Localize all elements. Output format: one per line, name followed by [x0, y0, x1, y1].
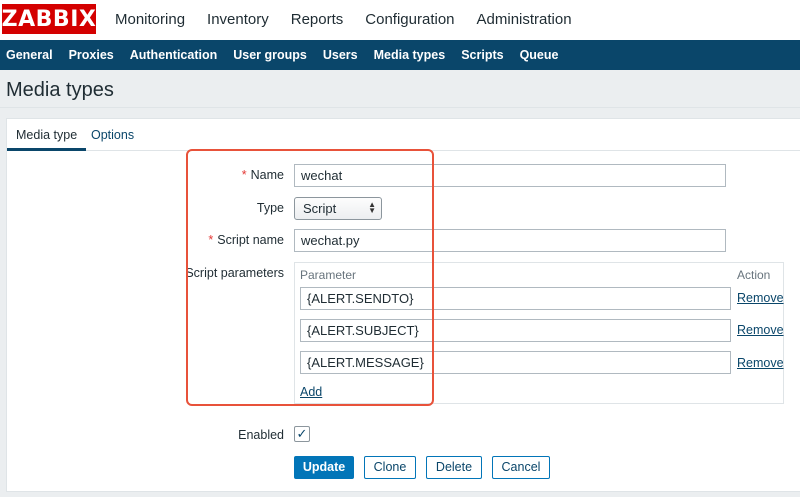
menu-monitoring[interactable]: Monitoring: [104, 0, 196, 40]
remove-param-2[interactable]: Remove: [737, 323, 784, 337]
menu-inventory[interactable]: Inventory: [196, 0, 280, 40]
tab-options[interactable]: Options: [91, 119, 134, 151]
menu-configuration[interactable]: Configuration: [354, 0, 465, 40]
menu-reports[interactable]: Reports: [280, 0, 355, 40]
main-menu: Monitoring Inventory Reports Configurati…: [104, 0, 583, 40]
annotation-highlight-box: [186, 149, 434, 406]
clone-button[interactable]: Clone: [364, 456, 416, 479]
submenu-scripts[interactable]: Scripts: [453, 40, 511, 70]
cancel-button[interactable]: Cancel: [492, 456, 550, 479]
submenu-proxies[interactable]: Proxies: [61, 40, 122, 70]
tab-bar: Media type Options: [7, 119, 800, 151]
submenu-users[interactable]: Users: [315, 40, 366, 70]
tab-media-type[interactable]: Media type: [7, 119, 87, 151]
top-bar: ZABBIX Monitoring Inventory Reports Conf…: [0, 0, 800, 40]
enabled-checkbox[interactable]: ✓: [294, 426, 310, 442]
page-header: Media types: [0, 70, 800, 108]
sub-menu: General Proxies Authentication User grou…: [0, 40, 800, 70]
enabled-label: Enabled: [238, 428, 284, 442]
submenu-user-groups[interactable]: User groups: [225, 40, 315, 70]
submenu-media-types[interactable]: Media types: [366, 40, 454, 70]
menu-administration[interactable]: Administration: [466, 0, 583, 40]
submenu-authentication[interactable]: Authentication: [122, 40, 226, 70]
submenu-general[interactable]: General: [0, 40, 61, 70]
submenu-queue[interactable]: Queue: [512, 40, 567, 70]
page-title: Media types: [6, 79, 114, 101]
checkmark-icon: ✓: [296, 426, 308, 441]
zabbix-logo[interactable]: ZABBIX: [2, 4, 96, 34]
delete-button[interactable]: Delete: [426, 456, 482, 479]
update-button[interactable]: Update: [294, 456, 354, 479]
remove-param-1[interactable]: Remove: [737, 291, 784, 305]
action-column-header: Action: [737, 268, 771, 282]
remove-param-3[interactable]: Remove: [737, 356, 784, 370]
